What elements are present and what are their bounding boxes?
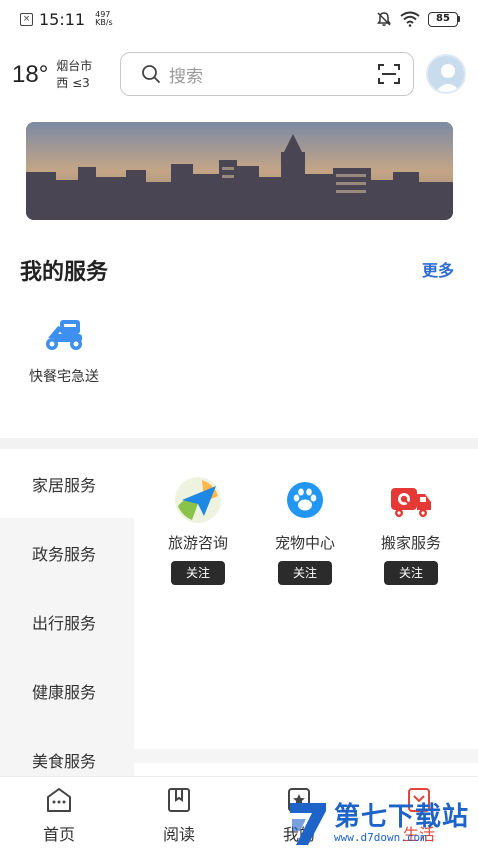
weather-widget[interactable]: 18° 烟台市 西 ≤3 <box>12 58 92 92</box>
more-link[interactable]: 更多 <box>422 257 454 281</box>
watermark: 第七下载站 www.d7down.com <box>286 798 478 848</box>
d7down-logo-icon <box>290 803 326 845</box>
category-label: 健康服务 <box>32 682 97 702</box>
nav-item-read[interactable]: 阅读 <box>144 785 214 845</box>
status-time: 15:11 <box>39 9 86 29</box>
mute-bell-icon <box>377 12 391 26</box>
status-right: 85 <box>376 11 460 27</box>
book-icon <box>168 788 190 812</box>
scan-icon[interactable] <box>377 63 401 85</box>
temperature: 18° <box>12 61 49 88</box>
header: 18° 烟台市 西 ≤3 搜索 <box>0 46 478 108</box>
follow-button[interactable]: 关注 <box>278 561 332 585</box>
watermark-text-group: 第七下载站 www.d7down.com <box>334 803 469 844</box>
wifi-icon <box>400 11 420 27</box>
service-item-delivery[interactable]: 快餐宅急送 <box>22 316 106 386</box>
category-label: 政务服务 <box>32 544 97 564</box>
follow-button[interactable]: 关注 <box>171 561 225 585</box>
category-label: 家居服务 <box>32 475 97 495</box>
user-avatar-icon <box>435 64 461 92</box>
section-divider <box>0 438 478 449</box>
my-services-title: 我的服务 <box>20 260 109 285</box>
category-label: 出行服务 <box>32 613 97 633</box>
nav-item-home[interactable]: 首页 <box>24 785 94 845</box>
search-input[interactable]: 搜索 <box>120 52 414 96</box>
category-item-government[interactable]: 政务服务 <box>0 518 134 587</box>
search-icon <box>142 65 160 83</box>
weather-info: 烟台市 西 ≤3 <box>56 58 92 92</box>
nav-label: 阅读 <box>162 825 195 844</box>
nav-label: 首页 <box>42 825 75 844</box>
net-speed: 497 KB/s <box>95 11 113 27</box>
battery-level: 85 <box>428 11 458 27</box>
truck-icon <box>387 476 435 524</box>
category-item-home[interactable]: 家居服务 <box>0 449 134 518</box>
paper-plane-icon <box>174 476 222 524</box>
home-icon <box>47 788 71 812</box>
scooter-icon <box>46 320 82 350</box>
app-label: 旅游咨询 <box>167 534 228 552</box>
app-card-moving[interactable]: 搬家服务 关注 <box>366 476 456 585</box>
city-name: 烟台市 <box>56 59 93 73</box>
net-speed-unit: KB/s <box>95 18 113 27</box>
notification-icon: × <box>20 12 33 26</box>
app-card-travel[interactable]: 旅游咨询 关注 <box>153 476 243 585</box>
search-placeholder: 搜索 <box>169 66 203 87</box>
service-label: 快餐宅急送 <box>29 369 99 385</box>
content-footer-gap <box>134 749 478 763</box>
watermark-url: www.d7down.com <box>334 830 427 844</box>
app-label: 搬家服务 <box>380 534 441 552</box>
status-left: × 15:11 497 KB/s <box>20 10 113 29</box>
status-bar: × 15:11 497 KB/s 85 <box>0 0 478 38</box>
category-item-travel[interactable]: 出行服务 <box>0 587 134 656</box>
category-label: 美食服务 <box>32 751 97 771</box>
city-banner[interactable] <box>26 122 453 220</box>
avatar[interactable] <box>426 54 466 94</box>
category-list: 家居服务 政务服务 出行服务 健康服务 美食服务 <box>0 449 134 794</box>
battery-icon: 85 <box>428 11 460 27</box>
wind-info: 西 ≤3 <box>56 76 90 90</box>
watermark-text: 第七下载站 <box>334 801 470 832</box>
app-label: 宠物中心 <box>274 534 335 552</box>
paw-icon <box>281 476 329 524</box>
follow-button[interactable]: 关注 <box>384 561 438 585</box>
city-skyline-image <box>26 122 453 220</box>
category-item-health[interactable]: 健康服务 <box>0 656 134 725</box>
app-card-pet[interactable]: 宠物中心 关注 <box>260 476 350 585</box>
